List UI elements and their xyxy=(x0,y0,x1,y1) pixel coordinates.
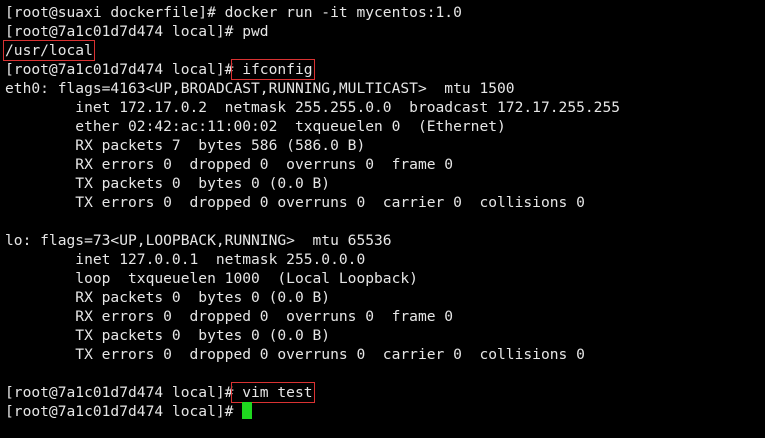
output-text: inet 172.17.0.2 netmask 255.255.0.0 broa… xyxy=(5,99,621,116)
command-text: pwd xyxy=(242,23,269,40)
vim-command-highlighted: vim test xyxy=(231,382,315,403)
shell-prompt: [root@7a1c01d7d474 local]# xyxy=(5,23,243,40)
terminal-line: TX packets 0 bytes 0 (0.0 B) xyxy=(5,174,765,193)
terminal-line: inet 172.17.0.2 netmask 255.255.0.0 broa… xyxy=(5,98,765,117)
terminal-line: RX errors 0 dropped 0 overruns 0 frame 0 xyxy=(5,155,765,174)
terminal-line: [root@suaxi dockerfile]# docker run -it … xyxy=(5,3,765,22)
terminal-line: RX packets 7 bytes 586 (586.0 B) xyxy=(5,136,765,155)
terminal-line: [root@7a1c01d7d474 local]# ifconfig xyxy=(5,59,765,80)
terminal-line: RX packets 0 bytes 0 (0.0 B) xyxy=(5,288,765,307)
output-text: lo: flags=73<UP,LOOPBACK,RUNNING> mtu 65… xyxy=(5,232,392,249)
shell-prompt: [root@7a1c01d7d474 local]# xyxy=(5,61,234,78)
terminal-line: [root@7a1c01d7d474 local]# pwd xyxy=(5,22,765,41)
output-text: inet 127.0.0.1 netmask 255.0.0.0 xyxy=(5,251,366,268)
output-text: loop txqueuelen 1000 (Local Loopback) xyxy=(5,270,418,287)
output-text: TX errors 0 dropped 0 overruns 0 carrier… xyxy=(5,194,585,211)
output-text: TX errors 0 dropped 0 overruns 0 carrier… xyxy=(5,346,585,363)
terminal-line: [root@7a1c01d7d474 local]# vim test xyxy=(5,382,765,403)
output-text: ether 02:42:ac:11:00:02 txqueuelen 0 (Et… xyxy=(5,118,506,135)
terminal-line: TX errors 0 dropped 0 overruns 0 carrier… xyxy=(5,345,765,364)
ifconfig-command-highlighted: ifconfig xyxy=(231,59,315,80)
output-text: TX packets 0 bytes 0 (0.0 B) xyxy=(5,327,331,344)
terminal-line: TX errors 0 dropped 0 overruns 0 carrier… xyxy=(5,193,765,212)
shell-prompt: [root@7a1c01d7d474 local]# xyxy=(5,384,234,401)
terminal-line: eth0: flags=4163<UP,BROADCAST,RUNNING,MU… xyxy=(5,79,765,98)
output-text: RX errors 0 dropped 0 overruns 0 frame 0 xyxy=(5,308,454,325)
output-text: RX errors 0 dropped 0 overruns 0 frame 0 xyxy=(5,156,454,173)
output-text: TX packets 0 bytes 0 (0.0 B) xyxy=(5,175,331,192)
terminal-line: RX errors 0 dropped 0 overruns 0 frame 0 xyxy=(5,307,765,326)
terminal-line: /usr/local xyxy=(3,40,765,61)
output-text: eth0: flags=4163<UP,BROADCAST,RUNNING,MU… xyxy=(5,80,515,97)
terminal-line: loop txqueuelen 1000 (Local Loopback) xyxy=(5,269,765,288)
output-text: RX packets 7 bytes 586 (586.0 B) xyxy=(5,137,366,154)
pwd-output-highlighted: /usr/local xyxy=(3,40,95,61)
terminal-line: lo: flags=73<UP,LOOPBACK,RUNNING> mtu 65… xyxy=(5,231,765,250)
terminal-line: TX packets 0 bytes 0 (0.0 B) xyxy=(5,326,765,345)
terminal-line: ether 02:42:ac:11:00:02 txqueuelen 0 (Et… xyxy=(5,117,765,136)
text-cursor xyxy=(242,402,253,419)
docker-run-command-line: [root@suaxi dockerfile]# docker run -it … xyxy=(5,4,462,21)
terminal-window[interactable]: [root@suaxi dockerfile]# docker run -it … xyxy=(0,0,765,438)
terminal-line: [root@7a1c01d7d474 local]# xyxy=(5,402,765,421)
terminal-line: inet 127.0.0.1 netmask 255.0.0.0 xyxy=(5,250,765,269)
output-text: RX packets 0 bytes 0 (0.0 B) xyxy=(5,289,331,306)
shell-prompt: [root@7a1c01d7d474 local]# xyxy=(5,403,243,420)
